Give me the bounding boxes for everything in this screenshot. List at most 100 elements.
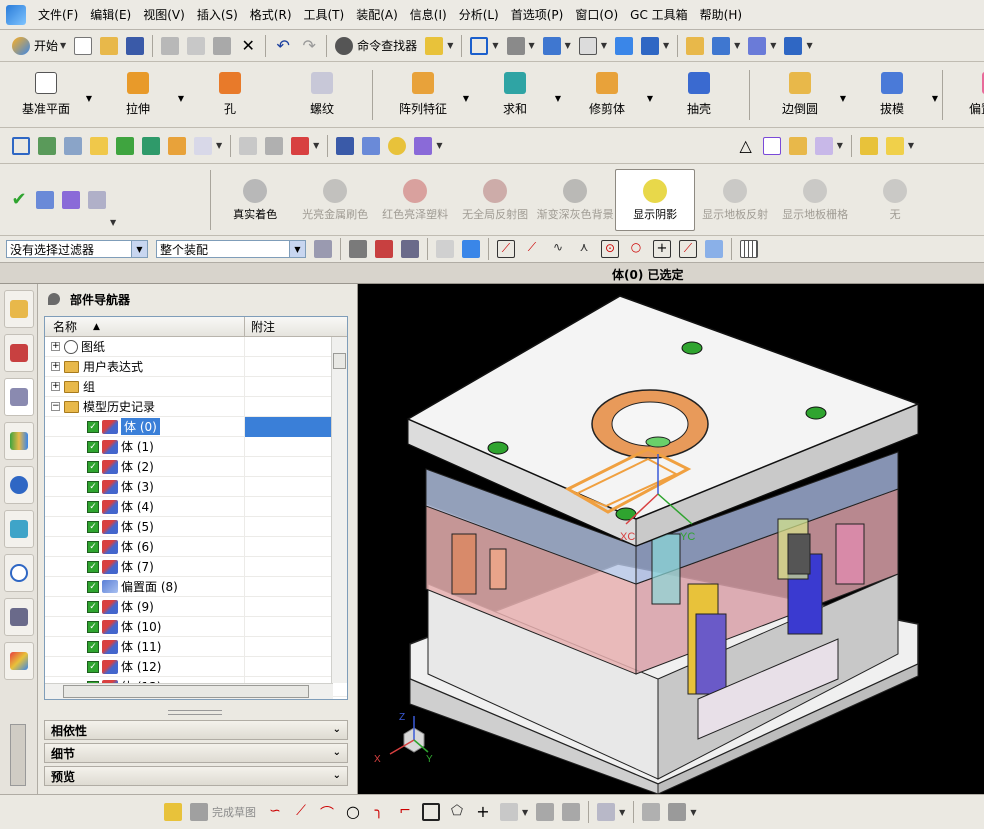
visibility-checkbox[interactable]: ✓ bbox=[87, 420, 99, 433]
rectangle-icon[interactable] bbox=[422, 803, 440, 821]
shaded-cube-icon[interactable] bbox=[542, 36, 561, 55]
copy-icon[interactable] bbox=[187, 36, 206, 55]
guide-pillar[interactable] bbox=[451, 533, 477, 595]
shell-button[interactable]: 抽壳 bbox=[653, 66, 745, 124]
tree-row[interactable]: ✓ 体 (3) bbox=[45, 476, 347, 497]
assembly-frame-icon[interactable] bbox=[12, 136, 30, 155]
tree-icon[interactable] bbox=[36, 190, 54, 209]
select-edge-icon[interactable] bbox=[401, 240, 419, 258]
chevron-down-icon[interactable]: ▼ bbox=[908, 141, 914, 150]
no-global-reflection-button[interactable]: 无全局反射图 bbox=[455, 169, 535, 231]
visibility-checkbox[interactable]: ✓ bbox=[87, 540, 99, 553]
tree-row[interactable]: ✓ 体 (10) bbox=[45, 616, 347, 637]
chamfer-icon[interactable]: ⌐ bbox=[396, 803, 414, 821]
resource-tab-web[interactable] bbox=[4, 510, 34, 548]
menu-information[interactable]: 信息(I) bbox=[404, 6, 453, 23]
slider-block[interactable] bbox=[787, 533, 811, 575]
chevron-down-icon[interactable]: ▼ bbox=[690, 808, 696, 817]
arc-icon[interactable]: ⌒ bbox=[318, 803, 336, 822]
layers-stack-icon[interactable] bbox=[38, 136, 56, 155]
visibility-checkbox[interactable]: ✓ bbox=[87, 520, 99, 533]
open-folder-icon[interactable] bbox=[100, 36, 119, 55]
menu-analysis[interactable]: 分析(L) bbox=[453, 6, 505, 23]
unite-button[interactable]: 求和 ▼ bbox=[469, 66, 561, 124]
grid-table-icon[interactable] bbox=[62, 190, 80, 209]
sketch-icon[interactable] bbox=[164, 803, 182, 821]
chevron-down-icon[interactable]: ▼ bbox=[565, 41, 571, 50]
selection-filter-combo[interactable]: 没有选择过滤器 ▼ bbox=[6, 240, 148, 258]
render-icon[interactable] bbox=[712, 36, 731, 55]
visibility-checkbox[interactable]: ✓ bbox=[87, 580, 99, 593]
chevron-down-icon[interactable]: ▼ bbox=[806, 41, 812, 50]
resource-tab-part[interactable] bbox=[4, 378, 34, 416]
gold-blocks-2-icon[interactable] bbox=[885, 136, 904, 155]
red-glossy-plastic-button[interactable]: 红色亮泽塑料 bbox=[375, 169, 455, 231]
cube-edit-icon[interactable] bbox=[88, 190, 106, 209]
snap-quadrant-icon[interactable]: ○ bbox=[627, 240, 645, 258]
pattern-feature-button[interactable]: 阵列特征 ▼ bbox=[377, 66, 469, 124]
trim-body-button[interactable]: 修剪体 ▼ bbox=[561, 66, 653, 124]
check-icon[interactable]: ✔ bbox=[10, 190, 28, 209]
text-edit-icon[interactable] bbox=[194, 136, 212, 155]
tree-row[interactable]: ✓ 体 (11) bbox=[45, 636, 347, 657]
chevron-down-icon[interactable]: ▼ bbox=[932, 94, 938, 103]
resource-tab-history[interactable] bbox=[4, 554, 34, 592]
spring-icon[interactable] bbox=[362, 136, 381, 155]
paste-icon[interactable] bbox=[213, 36, 232, 55]
visibility-checkbox[interactable]: ✓ bbox=[87, 640, 99, 653]
datum-plane-button[interactable]: 基准平面 ▼ bbox=[0, 66, 92, 124]
tree-row[interactable]: ✓ 体 (1) bbox=[45, 436, 347, 457]
snap-intersection-icon[interactable]: ⋏ bbox=[575, 240, 593, 258]
chevron-down-icon[interactable]: ▼ bbox=[60, 41, 66, 50]
constraint-icon[interactable] bbox=[142, 136, 160, 155]
triangle-icon[interactable]: △ bbox=[737, 136, 755, 155]
resource-tab-reuse[interactable] bbox=[4, 422, 34, 460]
chevron-down-icon[interactable]: ▼ bbox=[770, 41, 776, 50]
fit-view-icon[interactable] bbox=[470, 36, 489, 55]
horizontal-scrollbar[interactable] bbox=[45, 683, 333, 699]
snap-center-icon[interactable]: ⊙ bbox=[601, 240, 619, 258]
undo-icon[interactable]: ↶ bbox=[274, 36, 292, 55]
finish-sketch-button[interactable]: 完成草图 bbox=[212, 804, 256, 820]
section-view-icon[interactable] bbox=[614, 36, 633, 55]
select-body-icon[interactable] bbox=[436, 240, 454, 258]
chevron-down-icon[interactable]: ▼ bbox=[663, 41, 669, 50]
circle-icon[interactable]: ○ bbox=[344, 803, 362, 821]
line-icon[interactable]: ⟋ bbox=[292, 803, 310, 821]
new-file-icon[interactable] bbox=[74, 36, 93, 55]
fillet-icon[interactable]: ╮ bbox=[370, 803, 388, 821]
chevron-down-icon[interactable]: ▼ bbox=[216, 141, 222, 150]
view-triad[interactable]: Z X Y bbox=[374, 712, 433, 765]
chevron-down-icon[interactable]: ▼ bbox=[734, 41, 740, 50]
tree-row[interactable]: + 图纸 bbox=[45, 336, 347, 357]
thread-button[interactable]: 螺纹 bbox=[276, 66, 368, 124]
geometric-constraint-icon[interactable] bbox=[642, 803, 661, 821]
wcs-icon[interactable] bbox=[748, 36, 767, 55]
return-pin[interactable] bbox=[489, 548, 507, 590]
chevron-down-icon[interactable]: ▼ bbox=[619, 808, 625, 817]
command-finder-button[interactable]: 命令查找器 bbox=[357, 37, 417, 54]
cylinder-icon[interactable] bbox=[336, 136, 355, 155]
expand-toggle-icon[interactable]: + bbox=[51, 362, 60, 371]
column-header-name[interactable]: 名称 ▲ bbox=[45, 317, 245, 336]
snap-endpoint-icon[interactable]: ⟋ bbox=[497, 240, 515, 258]
select-solid-icon[interactable] bbox=[462, 240, 480, 258]
redo-icon[interactable]: ↷ bbox=[300, 36, 318, 55]
filter-options-icon[interactable] bbox=[314, 240, 332, 258]
chevron-down-icon[interactable]: ▼ bbox=[837, 141, 843, 150]
resource-tab-constraints[interactable] bbox=[4, 334, 34, 372]
layer-settings-icon[interactable] bbox=[64, 136, 82, 155]
start-icon[interactable] bbox=[12, 36, 30, 55]
tree-row[interactable]: ✓ 体 (5) bbox=[45, 516, 347, 537]
offset-region-button[interactable]: 偏置区域 bbox=[947, 66, 984, 124]
select-feature-icon[interactable] bbox=[349, 240, 367, 258]
grid-select-icon[interactable] bbox=[740, 240, 758, 258]
panel-details[interactable]: 细节 ⌄ bbox=[44, 743, 348, 763]
chevron-down-icon[interactable]: ▼ bbox=[436, 141, 442, 150]
chevron-down-icon[interactable]: ▼ bbox=[447, 41, 453, 50]
assembly-cut-icon[interactable] bbox=[168, 136, 186, 155]
menu-file[interactable]: 文件(F) bbox=[32, 6, 84, 23]
sketch-point-icon[interactable] bbox=[291, 136, 310, 155]
component-icon[interactable] bbox=[414, 136, 433, 155]
chevron-down-icon[interactable]: ▼ bbox=[131, 241, 147, 257]
